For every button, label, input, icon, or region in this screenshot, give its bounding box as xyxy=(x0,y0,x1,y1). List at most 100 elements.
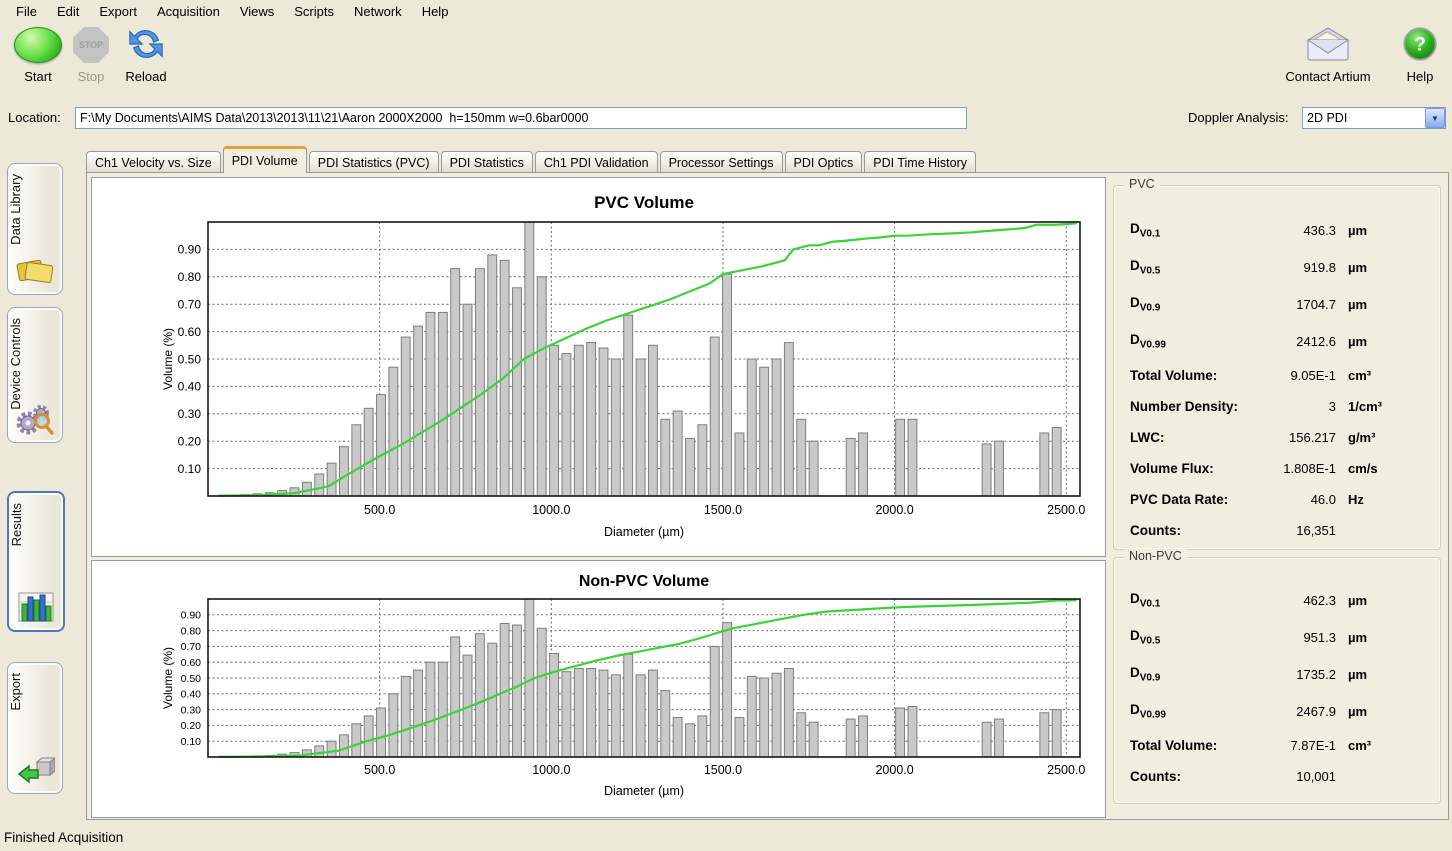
svg-text:0.90: 0.90 xyxy=(178,243,202,257)
sidebar-item-data-library[interactable]: Data Library xyxy=(7,163,63,295)
stop-icon: STOP xyxy=(73,27,109,63)
tab-processor-settings[interactable]: Processor Settings xyxy=(660,151,783,173)
toolbar: Start STOP Stop Reload Contact xyxy=(0,24,1452,100)
pvc-volume-chart: 0.100.200.300.400.500.600.700.800.90500.… xyxy=(91,177,1106,557)
help-button[interactable]: ? Help xyxy=(1394,24,1446,84)
location-row: Location: Doppler Analysis: 2D PDI ▼ xyxy=(0,104,1452,132)
svg-text:Non-PVC Volume: Non-PVC Volume xyxy=(579,573,709,590)
sidebar-item-label: Export xyxy=(8,673,62,711)
svg-text:0.50: 0.50 xyxy=(178,352,202,366)
nonpvc-stats-panel: Non-PVC DV0.1462.3µmDV0.5951.3µmDV0.9173… xyxy=(1113,557,1441,804)
svg-text:0.20: 0.20 xyxy=(178,435,202,449)
tab-strip: Ch1 Velocity vs. SizePDI VolumePDI Stati… xyxy=(86,149,978,173)
stat-label: DV0.5 xyxy=(1130,628,1252,647)
menu-item-acquisition[interactable]: Acquisition xyxy=(147,2,230,21)
stat-row: Counts:10,001 xyxy=(1114,761,1440,792)
stat-value: 3 xyxy=(1252,399,1336,414)
sidebar-item-device-controls[interactable]: Device Controls xyxy=(7,307,63,443)
sidebar-item-results[interactable]: Results xyxy=(7,491,65,632)
svg-text:0.80: 0.80 xyxy=(181,625,202,637)
chart-canvas: 0.100.200.300.400.500.600.700.800.90500.… xyxy=(92,178,1103,555)
tab-content-pdi-volume: 0.10 0.20 0.30 0.40 0.50 0.60 0.70 0.80 0.90 500.… xyxy=(86,172,1449,820)
stat-label: DV0.1 xyxy=(1130,221,1252,240)
menu-item-edit[interactable]: Edit xyxy=(47,2,89,21)
tab-pdi-volume[interactable]: PDI Volume xyxy=(223,146,307,173)
menu-item-network[interactable]: Network xyxy=(344,2,412,21)
menu-item-export[interactable]: Export xyxy=(89,2,147,21)
stat-unit: µm xyxy=(1336,593,1440,608)
stat-value: 951.3 xyxy=(1252,630,1336,645)
svg-text:0.60: 0.60 xyxy=(178,325,202,339)
svg-text:Diameter (µm): Diameter (µm) xyxy=(604,784,684,798)
stat-row: Number Density:31/cm³ xyxy=(1114,391,1440,422)
svg-text:Diameter (µm): Diameter (µm) xyxy=(604,525,684,539)
svg-text:0.10: 0.10 xyxy=(178,462,202,476)
stat-row: PVC Data Rate:46.0Hz xyxy=(1114,484,1440,515)
stat-unit: µm xyxy=(1336,260,1440,275)
status-bar-text: Finished Acquisition xyxy=(4,830,123,845)
stat-label: DV0.1 xyxy=(1130,591,1252,610)
envelope-icon xyxy=(1302,24,1354,67)
menu-item-scripts[interactable]: Scripts xyxy=(284,2,344,21)
svg-text:1000.0: 1000.0 xyxy=(532,503,570,517)
svg-text:0.80: 0.80 xyxy=(178,270,202,284)
reload-button[interactable]: Reload xyxy=(116,24,176,84)
stat-unit: cm³ xyxy=(1336,368,1440,383)
chart-icon xyxy=(9,590,63,624)
stat-label: DV0.9 xyxy=(1130,665,1252,684)
tab-pdi-statistics-pvc-[interactable]: PDI Statistics (PVC) xyxy=(309,151,439,173)
stat-row: Volume Flux:1.808E-1cm/s xyxy=(1114,453,1440,484)
reload-button-label: Reload xyxy=(125,69,166,84)
svg-text:?: ? xyxy=(1414,34,1426,55)
svg-text:0.40: 0.40 xyxy=(178,380,202,394)
stat-label: PVC Data Rate: xyxy=(1130,492,1252,507)
sidebar-item-label: Results xyxy=(9,503,63,546)
svg-text:0.50: 0.50 xyxy=(181,673,202,685)
location-label: Location: xyxy=(8,110,61,125)
stat-value: 7.87E-1 xyxy=(1252,738,1336,753)
location-input[interactable] xyxy=(75,107,967,129)
stop-button[interactable]: STOP Stop xyxy=(68,24,114,84)
tab-ch1-pdi-validation[interactable]: Ch1 PDI Validation xyxy=(535,151,658,173)
stat-value: 1735.2 xyxy=(1252,667,1336,682)
stat-row: DV0.91704.7µm xyxy=(1114,286,1440,323)
stat-row: DV0.1436.3µm xyxy=(1114,212,1440,249)
svg-text:0.40: 0.40 xyxy=(181,689,202,701)
menu-item-help[interactable]: Help xyxy=(412,2,459,21)
stat-unit: µm xyxy=(1336,297,1440,312)
menu-item-file[interactable]: File xyxy=(6,2,47,21)
nonpvc-volume-chart: 0.100.200.300.400.500.600.700.800.90500.… xyxy=(91,560,1106,818)
start-button[interactable]: Start xyxy=(10,24,66,84)
svg-text:Volume (%): Volume (%) xyxy=(161,328,175,390)
stat-unit: Hz xyxy=(1336,492,1440,507)
tab-ch1-velocity-vs-size[interactable]: Ch1 Velocity vs. Size xyxy=(86,151,221,173)
stat-value: 919.8 xyxy=(1252,260,1336,275)
stat-unit: g/m³ xyxy=(1336,430,1440,445)
doppler-analysis-select[interactable]: 2D PDI ▼ xyxy=(1302,107,1446,129)
stat-row: DV0.5919.8µm xyxy=(1114,249,1440,286)
stat-unit: µm xyxy=(1336,334,1440,349)
contact-artium-button[interactable]: Contact Artium xyxy=(1276,24,1380,84)
stat-row: DV0.5951.3µm xyxy=(1114,619,1440,656)
menu-item-views[interactable]: Views xyxy=(230,2,284,21)
stat-unit: 1/cm³ xyxy=(1336,399,1440,414)
svg-text:0.30: 0.30 xyxy=(178,407,202,421)
stat-label: Counts: xyxy=(1130,523,1252,538)
stat-label: Total Volume: xyxy=(1130,368,1252,383)
tab-pdi-optics[interactable]: PDI Optics xyxy=(785,151,863,173)
svg-text:500.0: 500.0 xyxy=(364,763,395,777)
stat-label: DV0.9 xyxy=(1130,295,1252,314)
export-icon xyxy=(8,753,62,787)
stat-value: 2412.6 xyxy=(1252,334,1336,349)
stat-value: 156.217 xyxy=(1252,430,1336,445)
tab-pdi-statistics[interactable]: PDI Statistics xyxy=(441,151,533,173)
stat-row: Total Volume:7.87E-1cm³ xyxy=(1114,730,1440,761)
stat-unit: µm xyxy=(1336,223,1440,238)
chevron-down-icon[interactable]: ▼ xyxy=(1425,108,1445,128)
doppler-analysis-label: Doppler Analysis: xyxy=(1188,110,1288,125)
tab-pdi-time-history[interactable]: PDI Time History xyxy=(864,151,976,173)
sidebar-item-export[interactable]: Export xyxy=(7,662,63,794)
stat-value: 16,351 xyxy=(1252,523,1336,538)
svg-text:2500.0: 2500.0 xyxy=(1047,763,1085,777)
svg-text:0.70: 0.70 xyxy=(181,641,202,653)
